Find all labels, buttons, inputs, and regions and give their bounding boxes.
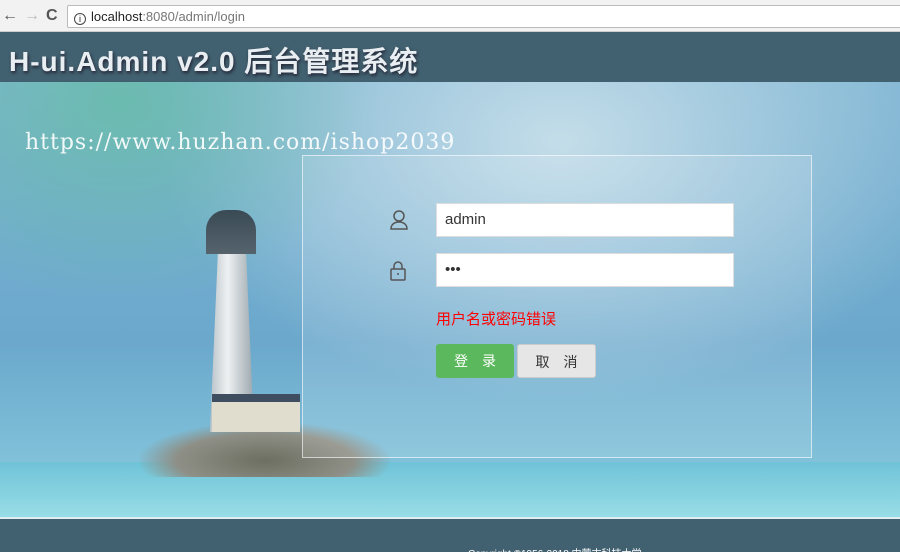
info-icon[interactable]: i [74,13,86,25]
copyright-text: Copyright ©1956-2018 内蒙古科技大学 [468,549,642,560]
url-path: :8080/admin/login [142,9,245,24]
back-button[interactable]: ← [2,7,18,25]
forward-button[interactable]: → [24,7,40,25]
sea-image [0,462,900,517]
reload-button[interactable]: C [46,7,58,25]
browser-toolbar: ← → C i localhost:8080/admin/login [0,0,900,32]
lighthouse-lamp-image [206,210,256,254]
user-icon [389,209,409,236]
lock-icon [389,261,407,286]
cancel-button[interactable]: 取消 [517,344,596,378]
app-header: H-ui.Admin v2.0 后台管理系统 [0,32,900,82]
address-bar[interactable]: i localhost:8080/admin/login [67,5,900,28]
url-host: localhost [91,9,143,24]
login-button[interactable]: 登录 [436,344,514,378]
error-message: 用户名或密码错误 [436,311,557,328]
house-image [212,394,300,432]
app-title: H-ui.Admin v2.0 后台管理系统 [9,46,419,77]
login-background: https://www.huzhan.com/ishop2039 admin •… [0,82,900,517]
password-input[interactable]: ••• [436,253,734,287]
watermark: https://www.huzhan.com/ishop2039 [25,130,456,155]
footer: Copyright ©1956-2018 内蒙古科技大学 [0,517,900,560]
username-input[interactable]: admin [436,203,734,237]
login-form: admin ••• 用户名或密码错误 登录 取消 [302,155,812,458]
